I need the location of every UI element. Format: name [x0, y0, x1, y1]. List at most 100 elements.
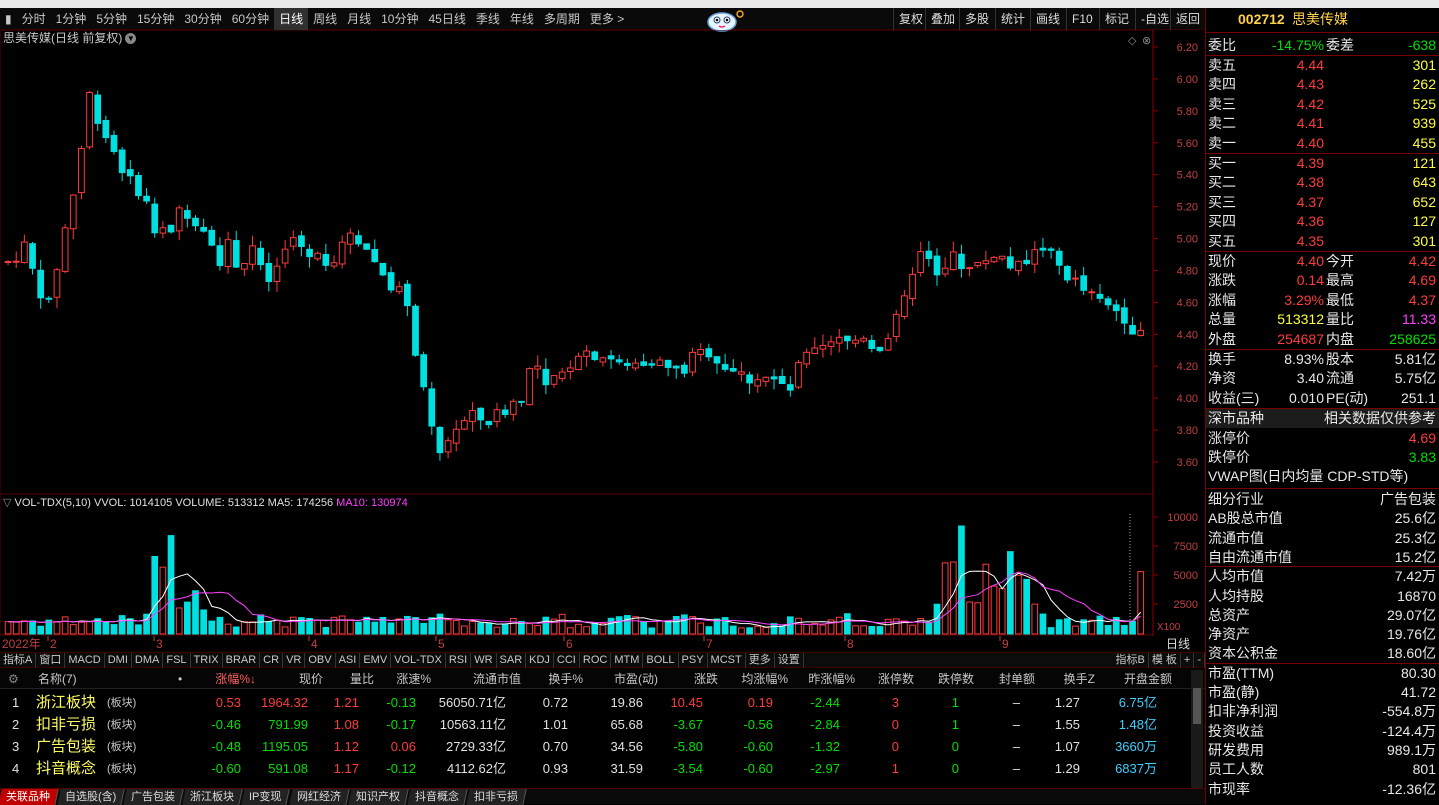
table-settings-icon[interactable]: ⚙	[8, 669, 19, 689]
period-tab[interactable]: 分时	[17, 8, 51, 30]
row-name[interactable]: 广告包装	[36, 736, 96, 758]
indicator-tab[interactable]: WR	[471, 652, 497, 668]
chart-diamond-icon[interactable]: ◇	[1128, 35, 1137, 47]
volume-collapse-icon[interactable]: ▽	[3, 497, 15, 509]
period-tab[interactable]: 10分钟	[376, 8, 423, 30]
column-header[interactable]: 流通市值	[473, 669, 521, 689]
indicator-tab[interactable]: KDJ	[526, 652, 554, 668]
column-header[interactable]: 名称(7)	[38, 669, 77, 689]
indicator-tab[interactable]: BRAR	[223, 652, 261, 668]
indicator-right-button[interactable]: 模 板	[1149, 652, 1181, 668]
table-row[interactable]: 2 扣非亏损 (板块) -0.46 791.99 1.08 -0.17 10563.11亿 1.…	[0, 714, 1190, 736]
toolbar-button[interactable]: F10	[1066, 8, 1098, 30]
period-tab[interactable]: 1分钟	[51, 8, 92, 30]
indicator-tab[interactable]: SAR	[497, 652, 527, 668]
indicator-tab[interactable]: 更多	[746, 652, 775, 668]
column-header[interactable]: 开盘金额	[1124, 669, 1172, 689]
column-header[interactable]: 均涨幅%	[741, 669, 788, 689]
column-header[interactable]: 量比	[350, 669, 374, 689]
bottom-tab[interactable]: IP变现	[241, 789, 291, 805]
indicator-tab[interactable]: ROC	[580, 652, 612, 668]
toolbar-button[interactable]: 标记	[1099, 8, 1134, 30]
vwap-row[interactable]: VWAP图(日内均量 CDP-STD等)	[1206, 467, 1439, 486]
period-tab[interactable]: 季线	[471, 8, 505, 30]
indicator-tab[interactable]: VR	[283, 652, 306, 668]
indicator-tab[interactable]: RSI	[446, 652, 472, 668]
indicator-tab[interactable]: OBV	[305, 652, 336, 668]
period-tab[interactable]: 15分钟	[132, 8, 179, 30]
period-tab[interactable]: 月线	[342, 8, 376, 30]
period-tab[interactable]: 5分钟	[91, 8, 132, 30]
chart-close-icon[interactable]: ⊗	[1142, 35, 1151, 47]
row-name[interactable]: 浙江板块	[36, 692, 96, 714]
bottom-tab[interactable]: 知识产权	[348, 789, 409, 805]
period-tab[interactable]: 周线	[308, 8, 342, 30]
indicator-tab[interactable]: MTM	[611, 652, 644, 668]
toolbar-button[interactable]: 多股	[959, 8, 994, 30]
indicator-tab[interactable]: TRIX	[191, 652, 223, 668]
indicator-right-button[interactable]: -	[1194, 652, 1205, 668]
column-header[interactable]: 封单额	[999, 669, 1035, 689]
bottom-tab[interactable]: 关联品种	[0, 789, 59, 805]
indicator-tab[interactable]: DMA	[132, 652, 164, 668]
period-tab[interactable]: 年线	[505, 8, 539, 30]
indicator-tab[interactable]: DMI	[105, 652, 132, 668]
toolbar-button[interactable]: 复权	[893, 8, 928, 30]
indicator-right-button[interactable]: +	[1181, 652, 1195, 668]
indicator-tab[interactable]: FSL	[163, 652, 191, 668]
bottom-tab[interactable]: 自选股(含)	[57, 789, 126, 805]
column-header[interactable]: 涨速%	[396, 669, 431, 689]
indicator-tab[interactable]: 窗口	[36, 652, 66, 668]
indicator-tab[interactable]: MCST	[708, 652, 746, 668]
table-row[interactable]: 1 浙江板块 (板块) 0.53 1964.32 1.21 -0.13 56050.71亿 0.…	[0, 692, 1190, 714]
indicator-tab[interactable]: 设置	[775, 652, 804, 668]
indicator-tab[interactable]: 指标A	[0, 652, 37, 668]
period-tab[interactable]: 45日线	[423, 8, 470, 30]
indicator-right-button[interactable]: 指标B	[1112, 652, 1149, 668]
indicator-tab[interactable]: PSY	[679, 652, 708, 668]
column-header[interactable]: 换手%	[548, 669, 583, 689]
column-header[interactable]: •	[178, 669, 182, 689]
toolbar-button[interactable]: 统计	[995, 8, 1030, 30]
volume-chart[interactable]: 10000 7500 5000 2500 X100	[0, 494, 1205, 636]
period-tab[interactable]: 日线	[274, 7, 309, 30]
toolbar-button[interactable]: 返回	[1170, 8, 1205, 30]
toolbar-button[interactable]: 画线	[1030, 8, 1065, 30]
column-header[interactable]: 涨停数	[878, 669, 914, 689]
table-scrollbar[interactable]	[1191, 670, 1203, 788]
column-header[interactable]: 跌停数	[938, 669, 974, 689]
column-header[interactable]: 昨涨幅%	[808, 669, 855, 689]
toolbar-button[interactable]: -自选	[1135, 8, 1174, 30]
toolbar-button[interactable]: 叠加	[925, 8, 960, 30]
column-header[interactable]: 现价	[299, 669, 323, 689]
column-header[interactable]: 市盈(动)	[614, 669, 658, 689]
chart-options-icon[interactable]: ▼	[125, 33, 137, 45]
indicator-tab[interactable]: BOLL	[643, 652, 679, 668]
candle-body	[289, 237, 297, 247]
column-header[interactable]: 换手Z	[1064, 669, 1095, 689]
indicator-tab[interactable]: CCI	[554, 652, 580, 668]
column-header[interactable]: 涨幅%↓	[215, 669, 256, 689]
table-row[interactable]: 4 抖音概念 (板块) -0.60 591.08 1.17 -0.12 4112.62亿 0.9…	[0, 758, 1190, 780]
period-tab[interactable]: 多周期	[539, 8, 585, 30]
bottom-tab[interactable]: 扣非亏损	[466, 789, 527, 805]
indicator-tab[interactable]: EMV	[360, 652, 392, 668]
column-header[interactable]: 涨跌	[694, 669, 718, 689]
period-tab[interactable]: 更多 >	[585, 8, 629, 30]
indicator-tab[interactable]: VOL-TDX	[391, 652, 446, 668]
indicator-tab[interactable]: CR	[260, 652, 284, 668]
mascot-icon[interactable]	[700, 8, 746, 32]
bottom-tab[interactable]: 广告包装	[123, 789, 185, 805]
period-tab[interactable]: 60分钟	[227, 8, 274, 30]
bottom-tab[interactable]: 网红经济	[289, 789, 350, 805]
row-name[interactable]: 扣非亏损	[36, 714, 96, 736]
bottom-tab[interactable]: 浙江板块	[182, 789, 244, 805]
toolbar-menu-icon[interactable]: ▮	[0, 8, 17, 30]
table-row[interactable]: 3 广告包装 (板块) -0.48 1195.05 1.12 0.06 2729.33亿 0.7…	[0, 736, 1190, 758]
period-tab[interactable]: 30分钟	[179, 8, 226, 30]
indicator-tab[interactable]: ASI	[336, 652, 361, 668]
candlestick-chart[interactable]: 6.20 6.00 5.80 5.60 5.40 5.20 5.00 4.80 4.60 4.40…	[0, 30, 1205, 495]
row-name[interactable]: 抖音概念	[36, 758, 96, 780]
indicator-tab[interactable]: MACD	[65, 652, 105, 668]
bottom-tab[interactable]: 抖音概念	[407, 789, 468, 805]
